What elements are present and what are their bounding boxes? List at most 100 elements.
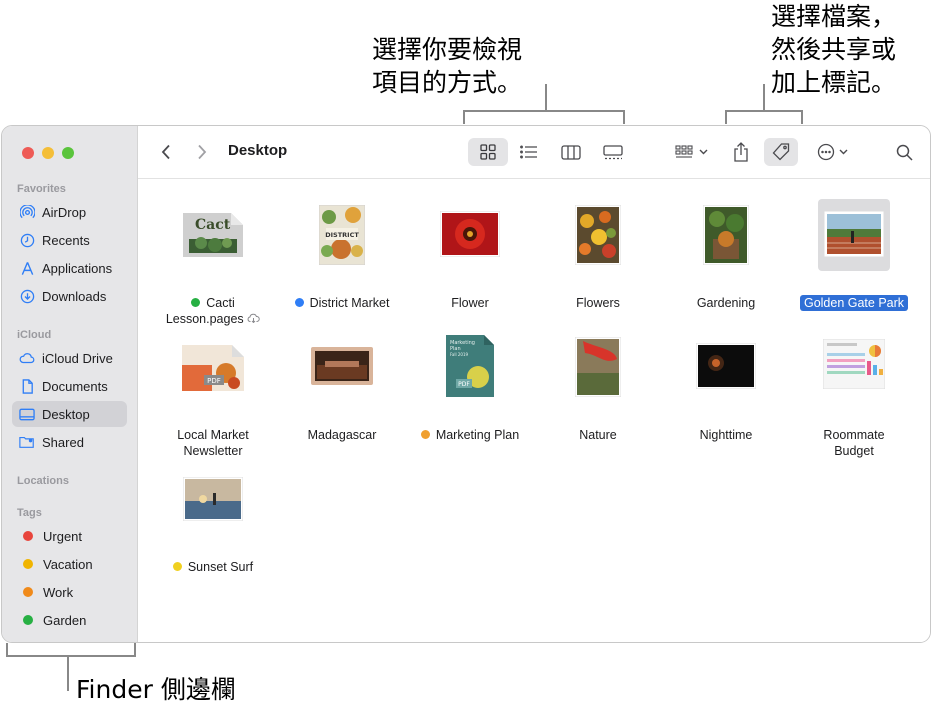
cloud-icon <box>19 350 35 366</box>
sidebar-item-icloud-drive[interactable]: iCloud Drive <box>12 345 127 371</box>
file-item[interactable]: Cact Cacti Lesson.pages <box>149 199 277 326</box>
share-callout-line3: 加上標記。 <box>771 68 897 97</box>
airdrop-icon <box>19 204 35 220</box>
search-icon <box>896 144 913 161</box>
chevron-down-icon <box>839 149 847 155</box>
file-name-line1: Gardening <box>696 296 756 310</box>
download-icon <box>19 288 35 304</box>
sidebar-item-label: AirDrop <box>42 204 87 220</box>
shared-folder-icon <box>19 434 35 450</box>
tag-dot-green <box>23 615 33 625</box>
sidebar-item-label: Garden <box>43 612 87 628</box>
share-icon <box>734 142 748 162</box>
sidebar-item-label: Recents <box>42 232 90 248</box>
sidebar-item-desktop[interactable]: Desktop <box>12 401 127 427</box>
group-button[interactable] <box>670 138 712 166</box>
sidebar-item-label: Desktop <box>42 406 90 422</box>
sidebar-tag-urgent[interactable]: Urgent <box>12 523 127 549</box>
madagascar-thumbnail <box>311 347 373 385</box>
column-view-button[interactable] <box>554 138 588 166</box>
file-item[interactable]: Roommate Budget <box>790 331 918 458</box>
file-item[interactable]: Nighttime <box>662 331 790 442</box>
group-grid-icon <box>674 145 693 158</box>
share-button[interactable] <box>728 138 754 166</box>
file-name-line2: Lesson.pages <box>165 312 244 326</box>
sidebar-item-shared[interactable]: Shared <box>12 429 127 455</box>
file-item[interactable]: Flower <box>406 199 534 311</box>
file-label: Nature <box>534 427 662 443</box>
file-label: Cacti Lesson.pages <box>149 295 277 327</box>
file-name-line1: Cacti <box>206 296 235 310</box>
file-name-line1: Local Market <box>177 428 249 442</box>
more-actions-button[interactable] <box>812 138 852 166</box>
sidebar-item-recents[interactable]: Recents <box>12 227 127 253</box>
file-name-line1: Marketing Plan <box>435 428 520 442</box>
list-icon <box>520 145 537 159</box>
file-label: Marketing Plan <box>406 427 534 443</box>
sidebar-item-label: Shared <box>42 434 84 450</box>
locations-header: Locations <box>17 475 69 487</box>
chevron-left-icon <box>161 144 170 160</box>
forward-button[interactable] <box>192 138 212 166</box>
icon-view-button[interactable] <box>468 138 508 166</box>
icloud-header: iCloud <box>17 329 52 341</box>
share-callout-pointer <box>763 84 765 110</box>
file-name-line1: Sunset Surf <box>187 560 254 574</box>
file-name-line2: Newsletter <box>183 444 243 458</box>
file-item[interactable]: Sunset Surf <box>149 463 277 574</box>
tag-button[interactable] <box>764 138 798 166</box>
flower-photo-thumbnail <box>439 210 501 258</box>
flowers-photo-thumbnail <box>574 204 622 266</box>
file-name-line1: Nighttime <box>699 428 753 442</box>
minimize-window-button[interactable] <box>42 147 54 159</box>
share-callout-line1: 選擇檔案， <box>771 2 897 31</box>
close-window-button[interactable] <box>22 147 34 159</box>
file-name-line1: Flowers <box>576 296 620 310</box>
search-button[interactable] <box>890 138 918 166</box>
file-item[interactable]: PDF Local Market Newsletter <box>149 331 277 458</box>
sidebar-item-downloads[interactable]: Downloads <box>12 283 127 309</box>
file-item[interactable]: DISTRICT District Market <box>278 199 406 310</box>
svg-text:Fall 2019: Fall 2019 <box>450 352 469 357</box>
file-label: Madagascar <box>278 427 406 443</box>
list-view-button[interactable] <box>512 138 546 166</box>
marketing-plan-pdf-thumbnail: Marketing Plan Fall 2019 PDF <box>446 335 494 397</box>
file-name-line1: Golden Gate Park <box>799 295 909 311</box>
gallery-view-button[interactable] <box>596 138 630 166</box>
icloud-download-icon <box>247 313 260 324</box>
file-item[interactable]: Flowers <box>534 199 662 311</box>
file-name-line2: Budget <box>834 444 874 458</box>
sidebar-tag-vacation[interactable]: Vacation <box>12 551 127 577</box>
svg-text:PDF: PDF <box>458 381 470 388</box>
file-label: Gardening <box>662 295 790 311</box>
sidebar-tag-garden[interactable]: Garden <box>12 607 127 633</box>
file-label: Flowers <box>534 295 662 311</box>
file-item[interactable]: Gardening <box>662 199 790 311</box>
file-label: Golden Gate Park <box>790 295 918 311</box>
sidebar-item-documents[interactable]: Documents <box>12 373 127 399</box>
sidebar-item-applications[interactable]: Applications <box>12 255 127 281</box>
share-callout: 選擇檔案， 然後共享或 加上標記。 <box>771 0 896 99</box>
file-item[interactable]: Marketing Plan Fall 2019 PDF Marketing P… <box>406 331 534 443</box>
view-callout-pointer <box>545 84 547 110</box>
sidebar-item-label: Applications <box>42 260 113 276</box>
pages-document-thumbnail: Cact <box>183 213 243 257</box>
file-label: Flower <box>406 295 534 311</box>
newsletter-pdf-thumbnail: PDF <box>182 345 244 391</box>
sidebar-item-airdrop[interactable]: AirDrop <box>12 199 127 225</box>
sidebar-item-label: Documents <box>42 378 108 394</box>
window-title: Desktop <box>228 142 288 159</box>
tag-icon <box>772 143 790 161</box>
back-button[interactable] <box>156 138 176 166</box>
toolbar: Desktop <box>138 126 930 179</box>
sidebar-tag-work[interactable]: Work <box>12 579 127 605</box>
grid-icon <box>480 144 496 160</box>
zoom-window-button[interactable] <box>62 147 74 159</box>
sidebar-item-label: Urgent <box>43 528 83 544</box>
gardening-photo-thumbnail <box>702 204 750 266</box>
view-callout-bracket <box>463 110 625 124</box>
file-item[interactable]: Golden Gate Park <box>790 199 918 311</box>
file-item[interactable]: Nature <box>534 331 662 443</box>
tag-dot-blue <box>294 298 304 307</box>
file-item[interactable]: Madagascar <box>278 331 406 443</box>
